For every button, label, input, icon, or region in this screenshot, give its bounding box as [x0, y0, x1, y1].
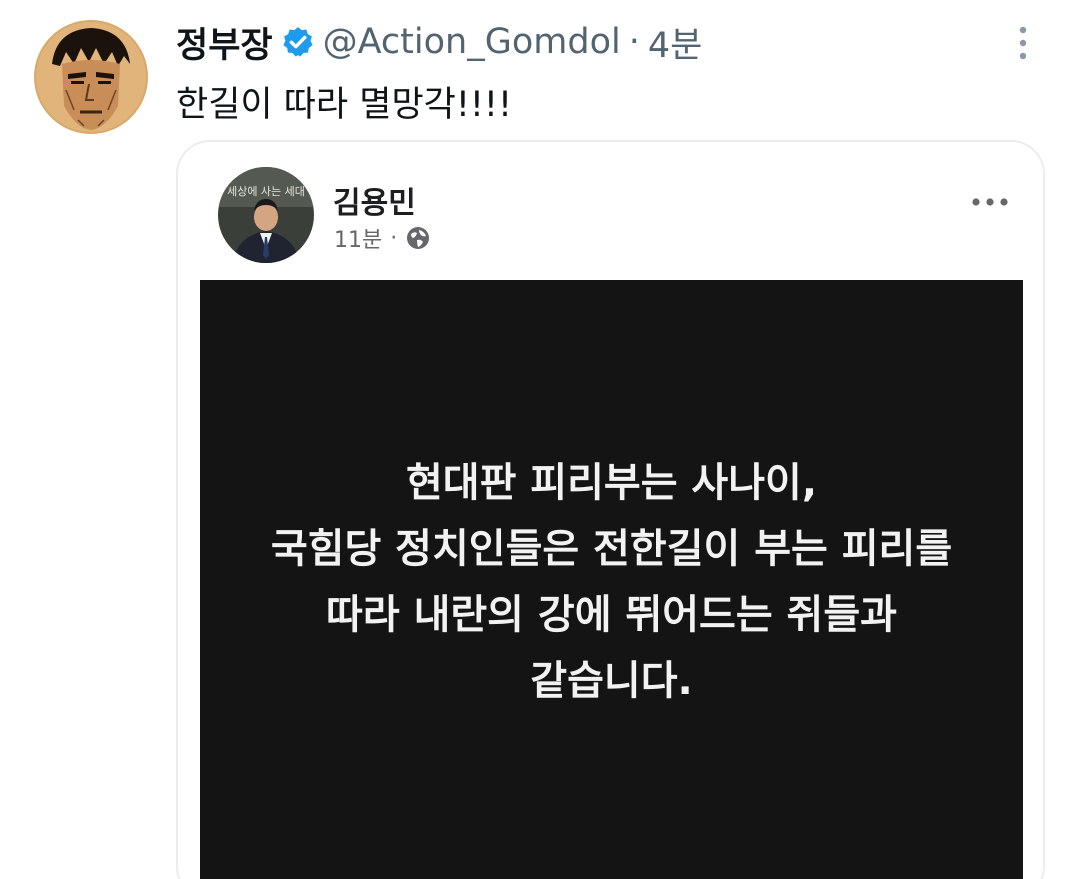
avatar-caption: 세상에 사는 세대 [227, 185, 305, 198]
post-image-text: 현대판 피리부는 사나이, 국힘당 정치인들은 전한길이 부는 피리를 따라 내… [200, 450, 1023, 714]
tweet-text: 한길이 따라 멸망각!!!! [176, 85, 512, 125]
header-separator: · [628, 22, 640, 62]
tweet-timestamp[interactable]: 4분 [648, 17, 702, 68]
embedded-author-avatar: 세상에 사는 세대 [218, 167, 314, 263]
image-text-line: 국힘당 정치인들은 전한길이 부는 피리를 [270, 526, 953, 572]
more-vertical-icon[interactable] [1008, 26, 1038, 60]
embedded-author-name: 김용민 [333, 186, 416, 221]
tweet-media[interactable]: 세상에 사는 세대 김용민 11분 · 현대판 피리부는 사나이, 국힘당 정치… [176, 140, 1045, 879]
embedded-post: 세상에 사는 세대 김용민 11분 · 현대판 피리부는 사나이, 국힘당 정치… [200, 150, 1025, 879]
author-handle[interactable]: @Action_Gomdol [323, 22, 621, 62]
tweet-page: 정부장 @Action_Gomdol · 4분 한길이 따라 멸망각!!!! 세… [0, 0, 1080, 879]
image-text-line: 현대판 피리부는 사나이, [405, 460, 818, 506]
embedded-meta-separator: · [390, 225, 398, 251]
tweet-header: 정부장 @Action_Gomdol · 4분 [176, 14, 702, 70]
verified-badge-icon [281, 25, 315, 59]
more-horizontal-icon [970, 194, 1010, 210]
embedded-post-meta: 11분 · [334, 222, 431, 254]
embedded-post-time: 11분 [334, 228, 383, 253]
author-avatar[interactable] [34, 20, 148, 134]
image-text-line: 따라 내란의 강에 뛰어드는 쥐들과 [326, 592, 897, 638]
image-text-line: 같습니다. [530, 658, 693, 704]
display-name[interactable]: 정부장 [176, 17, 273, 68]
globe-icon [405, 225, 431, 251]
post-image: 현대판 피리부는 사나이, 국힘당 정치인들은 전한길이 부는 피리를 따라 내… [200, 280, 1023, 879]
